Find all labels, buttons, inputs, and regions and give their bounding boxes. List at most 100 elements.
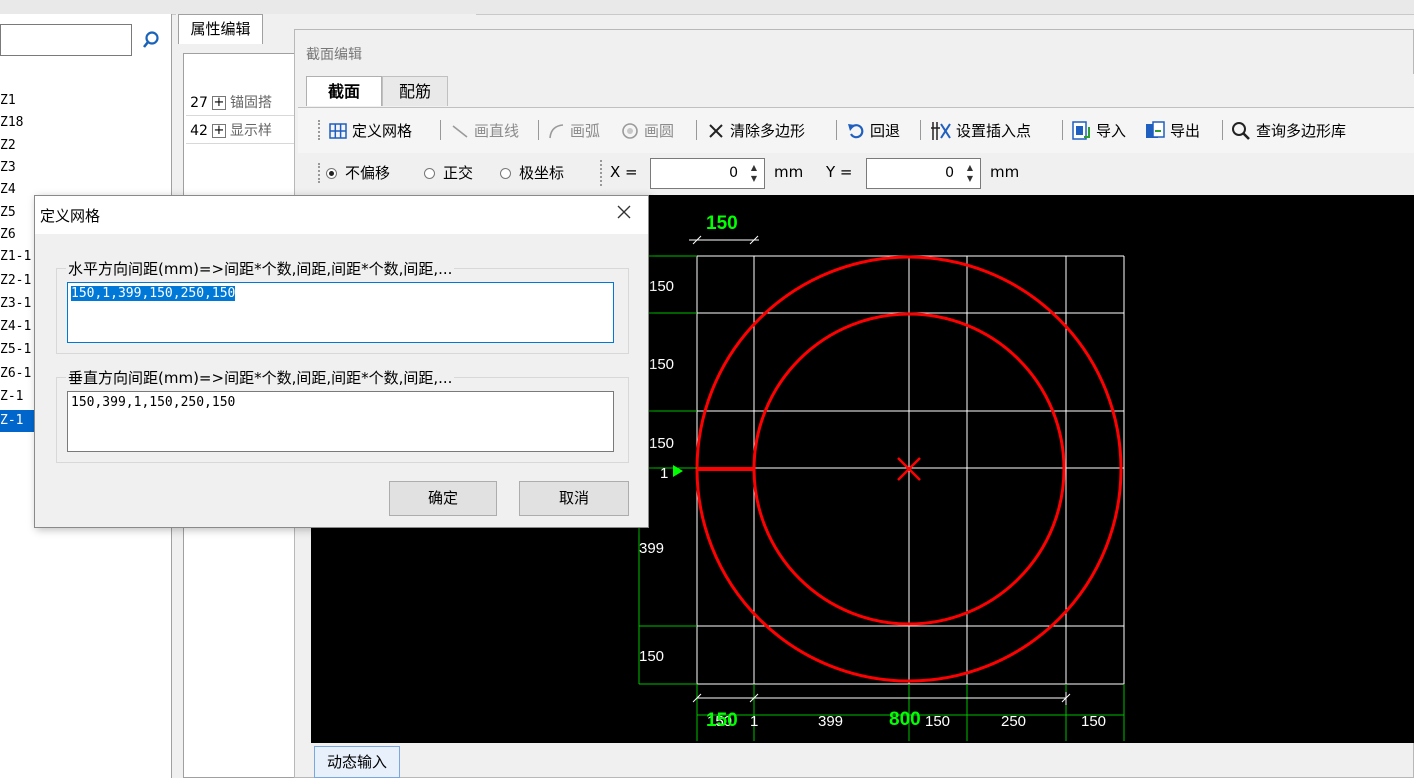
left-dimension-label: 150 (649, 278, 674, 295)
close-icon (617, 205, 631, 219)
draw-arc-button[interactable]: 画弧 (546, 118, 600, 144)
query-polygon-library-label: 查询多边形库 (1256, 122, 1347, 140)
bottom-total-label: 150 (706, 710, 738, 731)
export-button[interactable]: 导出 (1144, 118, 1200, 144)
import-button[interactable]: 导入 (1070, 118, 1126, 144)
set-insert-point-button[interactable]: 设置插入点 (930, 118, 1031, 144)
property-row-label: 锚固搭 (230, 95, 272, 111)
grid-icon (329, 123, 347, 139)
horizontal-spacing-input[interactable]: 150,1,399,150,250,150 (67, 282, 614, 343)
toolbar-separator (440, 120, 441, 140)
tree-search-input[interactable] (0, 24, 132, 56)
draw-line-label: 画直线 (474, 122, 520, 140)
toolbar-separator (836, 120, 837, 140)
tree-item[interactable]: Z6-1 (0, 363, 36, 385)
tab-section[interactable]: 截面 (306, 76, 382, 106)
tree-item[interactable]: Z-1 (0, 386, 36, 408)
tree-item[interactable]: Z4 (0, 179, 36, 201)
y-coordinate-input[interactable]: 0 ▲ ▼ (866, 158, 981, 189)
ortho-radio[interactable]: 正交 (424, 161, 473, 185)
set-insert-point-label: 设置插入点 (956, 122, 1032, 140)
tree-item[interactable]: Z1 (0, 90, 36, 112)
x-coordinate-input[interactable]: 0 ▲ ▼ (650, 158, 765, 189)
property-row[interactable]: 27 + 锚固搭 (186, 91, 296, 116)
search-icon (142, 31, 159, 48)
import-icon (1072, 121, 1090, 140)
left-dimension-label: 399 (639, 540, 664, 557)
circle-icon (622, 123, 638, 139)
clear-polygon-button[interactable]: 清除多边形 (706, 118, 805, 144)
undo-button[interactable]: 回退 (846, 118, 900, 144)
undo-icon (848, 124, 864, 139)
toolbar-separator (1062, 120, 1063, 140)
spin-arrows-icon[interactable]: ▲ ▼ (747, 162, 761, 185)
tree-item[interactable]: Z3 (0, 157, 36, 179)
left-dimension-label: 150 (649, 356, 674, 373)
dialog-title: 定义网格 (40, 207, 101, 225)
property-row[interactable]: 42 + 显示样 (186, 119, 296, 144)
tree-item[interactable]: Z4-1 (0, 316, 36, 338)
cancel-button[interactable]: 取消 (519, 481, 629, 516)
x-unit: mm (774, 163, 804, 181)
no-offset-label: 不偏移 (345, 164, 391, 182)
bottom-dimension-label: 399 (818, 713, 843, 730)
dialog-close-button[interactable] (612, 203, 636, 227)
tree-item[interactable]: Z6 (0, 224, 36, 246)
tree-item[interactable]: Z3-1 (0, 293, 36, 315)
radio-icon (500, 167, 511, 179)
vertical-spacing-value: 150,399,1,150,250,150 (71, 395, 236, 410)
tree-item[interactable]: Z1-1 (0, 246, 36, 268)
y-value: 0 (945, 165, 954, 181)
expand-icon[interactable]: + (212, 96, 226, 110)
tree-item[interactable]: Z5 (0, 202, 36, 224)
bottom-total-label: 800 (889, 709, 921, 730)
x-value: 0 (729, 165, 738, 181)
vertical-spacing-input[interactable]: 150,399,1,150,250,150 (67, 391, 614, 452)
draw-line-button[interactable]: 画直线 (450, 118, 519, 144)
search-button[interactable] (134, 24, 168, 56)
tree-item[interactable]: Z2 (0, 135, 36, 157)
toolbar-separator (696, 120, 697, 140)
y-label: Y = (826, 163, 853, 181)
expand-icon[interactable]: + (212, 124, 226, 138)
tree-item[interactable]: Z2-1 (0, 270, 36, 292)
dialog-titlebar[interactable] (35, 196, 648, 234)
define-grid-dialog (34, 195, 649, 528)
no-offset-radio[interactable]: 不偏移 (326, 161, 390, 185)
radio-icon (424, 167, 435, 179)
tree-item[interactable]: Z5-1 (0, 339, 36, 361)
export-label: 导出 (1170, 122, 1201, 140)
clear-polygon-label: 清除多边形 (730, 122, 806, 140)
ortho-label: 正交 (443, 164, 474, 182)
query-polygon-library-button[interactable]: 查询多边形库 (1230, 118, 1346, 144)
bottom-dimension-label: 1 (750, 713, 758, 730)
top-dimension-label: 150 (706, 213, 738, 234)
left-dimension-label: 150 (639, 648, 664, 665)
horizontal-spacing-value: 150,1,399,150,250,150 (71, 286, 236, 301)
line-icon (452, 125, 468, 138)
draw-circle-button[interactable]: 画圆 (620, 118, 674, 144)
left-dimension-label: 1 (660, 465, 668, 482)
polar-radio[interactable]: 极坐标 (500, 161, 564, 185)
insert-point-marker (673, 465, 683, 477)
magnifier-icon (1232, 122, 1250, 140)
left-dimension-label: 150 (649, 435, 674, 452)
y-unit: mm (990, 163, 1020, 181)
tree-item[interactable]: Z-1 (0, 410, 34, 432)
tab-rebar[interactable]: 配筋 (382, 76, 448, 106)
dynamic-input-button[interactable]: 动态输入 (314, 746, 400, 778)
property-row-label: 显示样 (230, 123, 272, 139)
horizontal-spacing-label: 水平方向间距(mm)=>间距*个数,间距,间距*个数,间距,... (66, 258, 455, 279)
tree-item[interactable]: Z18 (0, 112, 36, 134)
import-label: 导入 (1096, 122, 1127, 140)
define-grid-button[interactable]: 定义网格 (328, 118, 412, 144)
property-row-number: 27 (190, 95, 208, 111)
define-grid-label: 定义网格 (352, 122, 413, 140)
toolbar-separator (538, 120, 539, 140)
spin-arrows-icon[interactable]: ▲ ▼ (963, 162, 977, 185)
ok-button[interactable]: 确定 (389, 481, 497, 516)
tab-property-edit[interactable]: 属性编辑 (178, 14, 263, 44)
toolbar-grip (318, 163, 323, 183)
export-icon (1146, 121, 1165, 138)
bottom-dimension-label: 150 (1081, 713, 1106, 730)
